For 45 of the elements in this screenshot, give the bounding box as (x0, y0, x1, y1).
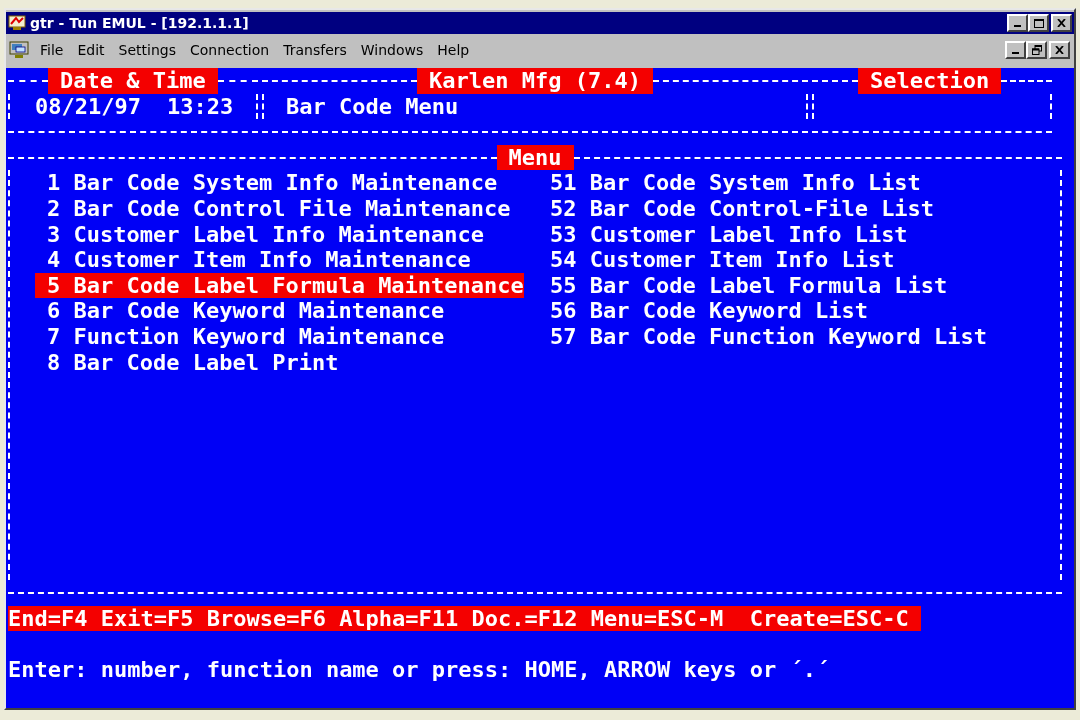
menu-option[interactable]: 52 Bar Code Control-File List (538, 195, 935, 222)
panel-title: Selection (858, 68, 1002, 94)
menu-option[interactable]: 55 Bar Code Label Formula List (538, 272, 948, 299)
close-icon (1055, 46, 1064, 54)
menu-option[interactable]: 8 Bar Code Label Print (35, 349, 339, 376)
panel-title: Date & Time (48, 68, 218, 94)
menu-option[interactable]: 53 Customer Label Info List (538, 221, 908, 248)
date-text: 08/21/97 (35, 93, 141, 120)
close-button[interactable] (1051, 14, 1072, 32)
menu-item[interactable]: Windows (353, 40, 431, 60)
menu-option[interactable]: 3 Customer Label Info Maintenance (35, 221, 485, 248)
menu-option[interactable]: 56 Bar Code Keyword List (538, 298, 868, 324)
restore-button[interactable] (1026, 41, 1047, 59)
screen-title: Bar Code Menu (286, 93, 459, 120)
close-icon (1057, 19, 1066, 27)
panel-title: Menu (496, 144, 574, 171)
menu-item[interactable]: File (33, 40, 71, 60)
menu-item[interactable]: Settings (111, 40, 183, 60)
menu-option[interactable]: 54 Customer Item Info List (538, 247, 895, 273)
menu-option[interactable]: 57 Bar Code Function Keyword List (538, 323, 988, 350)
selection-field[interactable] (812, 93, 1052, 120)
restore-icon (1031, 45, 1042, 55)
monitor-icon[interactable] (9, 41, 29, 59)
menu-option[interactable]: 1 Bar Code System Info Maintenance (35, 170, 498, 196)
menu-option[interactable]: 7 Function Keyword Maintenance (35, 323, 445, 350)
window-title: gtr - Tun EMUL - [192.1.1.1] (30, 15, 249, 31)
panel-title: Karlen Mfg (7.4) (417, 68, 653, 94)
time-text: 13:23 (166, 93, 234, 120)
minimize-button[interactable] (1007, 14, 1028, 32)
menu-option[interactable]: 51 Bar Code System Info List (538, 170, 921, 196)
menu-item[interactable]: Help (430, 40, 477, 60)
maximize-button[interactable] (1028, 14, 1049, 32)
maximize-icon (1033, 18, 1044, 28)
menu-option[interactable]: 5 Bar Code Label Formula Maintenance (35, 272, 524, 299)
menu-item[interactable]: Connection (183, 40, 277, 60)
menu-option[interactable]: 2 Bar Code Control File Maintenance (35, 195, 511, 222)
menu-item[interactable]: Edit (70, 40, 112, 60)
menu-option[interactable]: 6 Bar Code Keyword Maintenance (35, 298, 445, 324)
close-button[interactable] (1049, 41, 1070, 59)
menu-option[interactable]: 4 Customer Item Info Maintenance (35, 247, 471, 273)
app-icon (8, 15, 26, 31)
function-key-bar: End=F4 Exit=F5 Browse=F6 Alpha=F11 Doc.=F12 Menu=ESC-M Create=ESC-C (8, 605, 921, 632)
command-prompt: Enter: number, function name or press: HOME, ARROW keys or ´.´ (8, 656, 830, 683)
menu-item[interactable]: Transfers (276, 40, 354, 60)
minimize-button[interactable] (1005, 41, 1026, 59)
